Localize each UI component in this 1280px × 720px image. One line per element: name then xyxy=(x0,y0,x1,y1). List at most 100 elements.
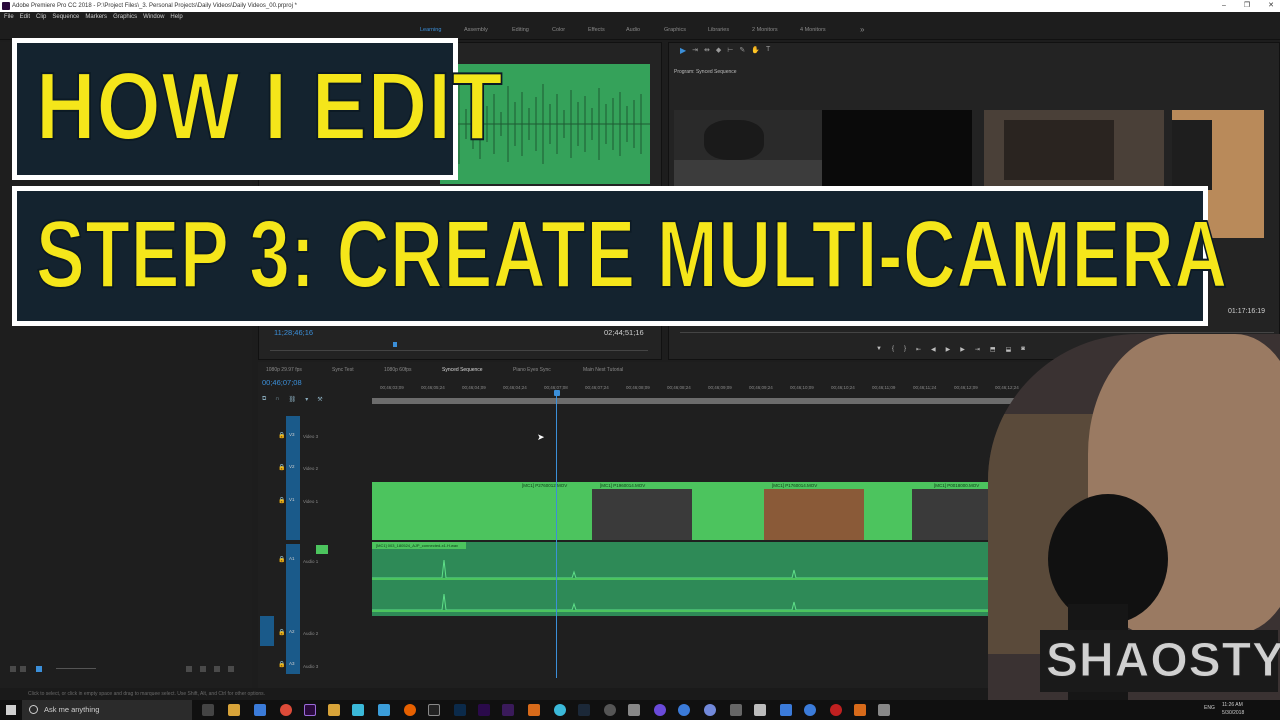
hand-tool-icon[interactable]: ✋ xyxy=(751,46,760,55)
menu-file[interactable]: File xyxy=(4,12,14,22)
zoom-slider[interactable] xyxy=(56,668,96,669)
marker-icon[interactable]: ▾ xyxy=(305,396,308,403)
camera-2-frame[interactable] xyxy=(822,110,972,186)
new-item-icon[interactable] xyxy=(214,666,220,672)
trash-icon[interactable] xyxy=(228,666,234,672)
step-back-icon[interactable]: ◀ xyxy=(931,346,936,353)
app-icon[interactable] xyxy=(528,704,540,716)
track-id-v1[interactable]: V1 xyxy=(289,497,295,502)
firefox-icon[interactable] xyxy=(404,704,416,716)
a1-source-indicator[interactable] xyxy=(260,616,274,646)
workspace-effects[interactable]: Effects xyxy=(588,27,605,33)
menu-help[interactable]: Help xyxy=(170,12,182,22)
menu-clip[interactable]: Clip xyxy=(36,12,46,22)
close-button[interactable]: ✕ xyxy=(1268,0,1274,12)
workspace-2-monitors[interactable]: 2 Monitors xyxy=(752,27,778,33)
taskbar-search-input[interactable]: Ask me anything xyxy=(22,700,192,720)
language-indicator[interactable]: ENG xyxy=(1204,705,1215,711)
search-bin-icon[interactable] xyxy=(186,666,192,672)
source-timecode[interactable]: 11;28;46;16 xyxy=(274,328,313,337)
minimize-button[interactable]: – xyxy=(1222,0,1226,12)
lock-track-a2-icon[interactable]: 🔒 xyxy=(278,629,285,636)
tab-sync-test[interactable]: Sync Test xyxy=(332,367,354,373)
mark-in-icon[interactable]: { xyxy=(892,346,894,353)
pen-tool-icon[interactable]: ✎ xyxy=(739,46,745,55)
export-frame-icon[interactable]: ◙ xyxy=(1021,346,1025,353)
inkscape-icon[interactable] xyxy=(428,704,440,716)
video-clip[interactable]: [MC1] P2760012.MOV xyxy=(372,482,592,540)
razor-tool-icon[interactable]: ◆ xyxy=(716,46,721,55)
workspace-learning[interactable]: Learning xyxy=(420,27,441,33)
video-clip[interactable] xyxy=(692,482,764,540)
workspace-4-monitors[interactable]: 4 Monitors xyxy=(800,27,826,33)
tab-1080p-2997[interactable]: 1080p 29.97 fps xyxy=(266,367,302,373)
timeline-playhead[interactable] xyxy=(556,392,557,678)
ripple-edit-tool-icon[interactable]: ⇹ xyxy=(704,46,710,55)
chrome-icon[interactable] xyxy=(280,704,292,716)
file-explorer-icon[interactable] xyxy=(228,704,240,716)
app-icon[interactable] xyxy=(502,704,514,716)
calculator-icon[interactable] xyxy=(730,704,742,716)
extract-icon[interactable]: ⬓ xyxy=(1006,346,1012,353)
linked-selection-icon[interactable]: ⛓ xyxy=(289,396,297,403)
video-clip[interactable]: [MC1] P1760014.MOV xyxy=(764,482,864,540)
clock-time[interactable]: 11:26 AM xyxy=(1222,702,1243,708)
source-scrubber[interactable] xyxy=(270,350,648,351)
app-icon[interactable] xyxy=(254,704,266,716)
source-playhead[interactable] xyxy=(393,342,397,347)
add-marker-icon[interactable]: ▼ xyxy=(876,346,882,353)
steam-icon[interactable] xyxy=(578,704,590,716)
workspace-graphics[interactable]: Graphics xyxy=(664,27,686,33)
icon-view-icon[interactable] xyxy=(20,666,26,672)
timeline-timecode[interactable]: 00;46;07;08 xyxy=(262,378,302,387)
task-view-icon[interactable] xyxy=(202,704,214,716)
menu-sequence[interactable]: Sequence xyxy=(52,12,79,22)
video-clip[interactable] xyxy=(864,482,912,540)
bridge-icon[interactable] xyxy=(328,704,340,716)
tab-1080p-60[interactable]: 1080p 60fps xyxy=(384,367,412,373)
after-effects-icon[interactable] xyxy=(478,704,490,716)
workspace-audio[interactable]: Audio xyxy=(626,27,640,33)
new-bin-icon[interactable] xyxy=(200,666,206,672)
tab-piano-eyes-sync[interactable]: Piano Eyes Sync xyxy=(513,367,551,373)
app-icon[interactable] xyxy=(352,704,364,716)
workspace-color[interactable]: Color xyxy=(552,27,565,33)
blender-icon[interactable] xyxy=(854,704,866,716)
app-icon[interactable] xyxy=(604,704,616,716)
tab-main-nest-tutorial[interactable]: Main Nest Tutorial xyxy=(583,367,623,373)
lock-track-a3-icon[interactable]: 🔒 xyxy=(278,661,285,668)
track-id-a1[interactable]: A1 xyxy=(289,556,295,561)
program-scrubber[interactable] xyxy=(680,332,1274,333)
go-to-out-icon[interactable]: ⇥ xyxy=(975,346,980,353)
audio-source-patch[interactable] xyxy=(286,544,300,674)
go-to-in-icon[interactable]: ⇤ xyxy=(916,346,921,353)
work-area-bar[interactable] xyxy=(372,398,1022,404)
lock-track-a1-icon[interactable]: 🔒 xyxy=(278,556,285,563)
workspace-editing[interactable]: Editing xyxy=(512,27,529,33)
clock-date[interactable]: 5/30/2018 xyxy=(1222,710,1244,716)
mark-out-icon[interactable]: } xyxy=(904,346,906,353)
audio-clip[interactable]: [MC1] 003_180524_AJP_connected-x1.H.wav xyxy=(372,542,1032,616)
app-icon[interactable] xyxy=(554,704,566,716)
tab-synced-sequence[interactable]: Synced Sequence xyxy=(442,367,483,373)
photoshop-icon[interactable] xyxy=(454,704,466,716)
app-icon[interactable] xyxy=(780,704,792,716)
discord-icon[interactable] xyxy=(704,704,716,716)
lock-track-v2-icon[interactable]: 🔒 xyxy=(278,464,285,471)
list-view-icon[interactable] xyxy=(10,666,16,672)
app-icon[interactable] xyxy=(678,704,690,716)
app-icon[interactable] xyxy=(654,704,666,716)
track-id-v3[interactable]: V3 xyxy=(289,432,295,437)
video-clip[interactable]: [MC1] P1960014.MOV xyxy=(592,482,692,540)
lock-track-v3-icon[interactable]: 🔒 xyxy=(278,432,285,439)
lift-icon[interactable]: ⬒ xyxy=(990,346,996,353)
maximize-button[interactable]: ❐ xyxy=(1244,0,1250,12)
program-monitor-title[interactable]: Program: Synced Sequence xyxy=(674,69,737,75)
lock-track-v1-icon[interactable]: 🔒 xyxy=(278,497,285,504)
menu-window[interactable]: Window xyxy=(143,12,164,22)
snap-icon[interactable]: ∩ xyxy=(275,396,279,403)
track-id-a2[interactable]: A2 xyxy=(289,629,295,634)
selection-tool-icon[interactable]: ▶ xyxy=(680,46,686,55)
track-id-a3[interactable]: A3 xyxy=(289,661,295,666)
step-forward-icon[interactable]: ▶ xyxy=(960,346,965,353)
